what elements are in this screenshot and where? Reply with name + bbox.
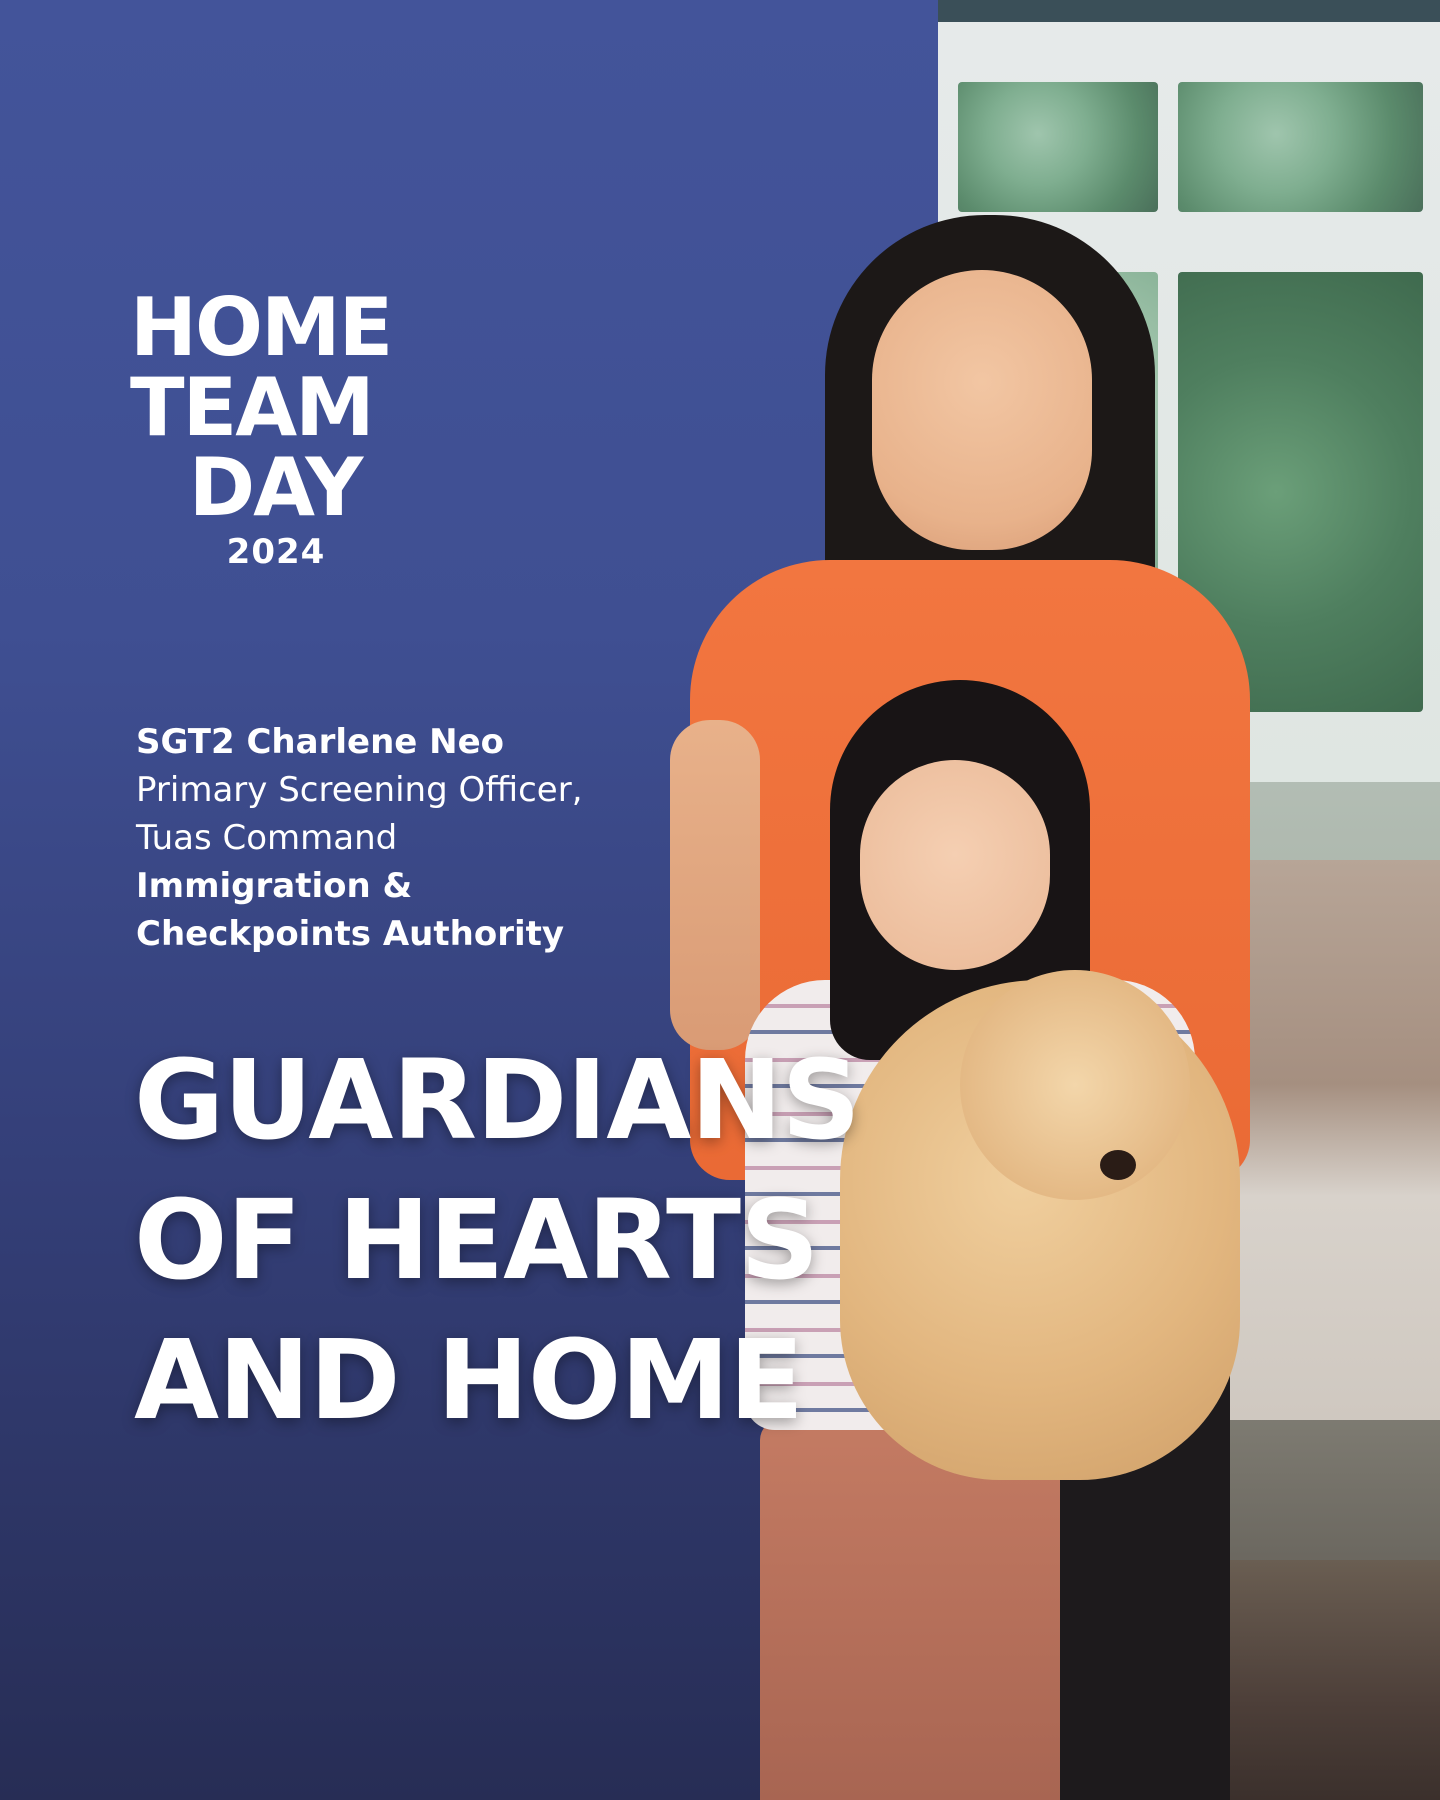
teddy-bear-head [960,970,1190,1200]
organization-line2: Checkpoints Authority [136,914,565,954]
window-pane [1178,82,1423,212]
officer-face [872,270,1092,550]
headline-line1: GUARDIANS [134,1036,861,1164]
headline-line2: OF HEARTS [134,1176,819,1304]
headline: GUARDIANS OF HEARTS AND HOME [134,1030,861,1450]
child-face [860,760,1050,970]
organization-line1: Immigration & [136,866,413,906]
window-pane [958,82,1158,212]
teddy-bear-nose [1100,1150,1136,1180]
logo-line-day: DAY [188,441,364,534]
logo-year: 2024 [226,532,326,572]
officer-credit: SGT2 Charlene Neo Primary Screening Offi… [136,718,583,958]
headline-line3: AND HOME [134,1316,804,1444]
logo-line-team: TEAM [130,361,375,454]
home-team-day-logo: HOME TEAM DAY 2024 [130,288,440,574]
logo-line-home: HOME [130,281,393,374]
window-frame [938,0,1440,22]
officer-role-line2: Tuas Command [136,818,398,858]
officer-arm [670,720,760,1050]
officer-name: SGT2 Charlene Neo [136,722,505,762]
officer-role-line1: Primary Screening Officer, [136,770,583,810]
